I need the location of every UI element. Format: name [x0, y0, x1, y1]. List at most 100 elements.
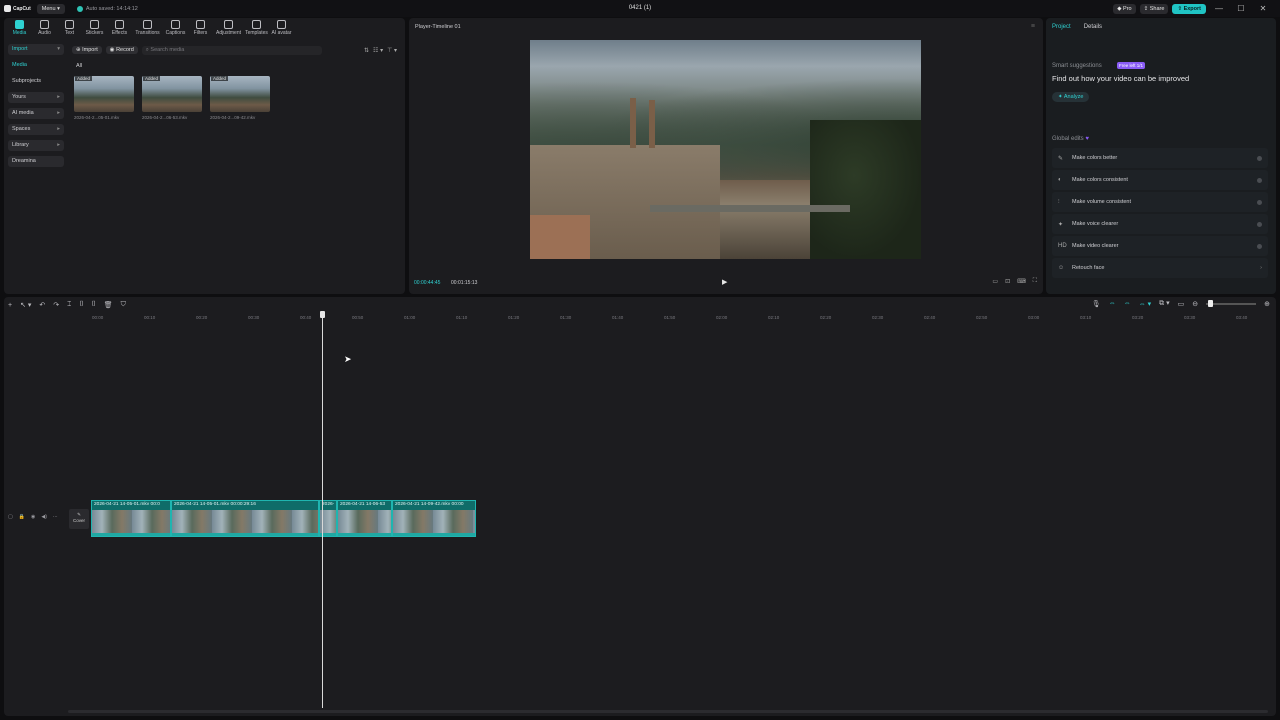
- global-edit-label: Make colors consistent: [1072, 177, 1128, 183]
- global-edit-make-colors-better[interactable]: ✎ Make colors better: [1052, 148, 1268, 168]
- autosave-status: Auto saved: 14:14:12: [76, 5, 138, 12]
- shield-icon[interactable]: ⛉: [121, 301, 126, 309]
- track-lock-closed-icon[interactable]: 🔒: [19, 514, 25, 520]
- media-item[interactable]: Added 2026-04-2...09-42.mkv: [210, 76, 270, 120]
- minimize-icon[interactable]: —: [1210, 4, 1228, 13]
- sidebar-item-spaces[interactable]: Spaces ▸: [8, 124, 64, 135]
- video-clip[interactable]: 2026-04-21 14-05-01.mkv 00:0: [91, 500, 171, 537]
- ruler-tick-label: 00:50: [352, 315, 364, 320]
- tab-media[interactable]: Media: [7, 20, 32, 36]
- media-item[interactable]: Added 2026-04-2...05-01.mkv: [74, 76, 134, 120]
- import-button[interactable]: ⊕ Import: [72, 46, 102, 54]
- toggle-switch[interactable]: [1257, 221, 1262, 227]
- timeline-ruler[interactable]: 00:00 00:10 00:20 00:30 00:40 00:50 01:00 01:10…: [68, 315, 1276, 323]
- filter-all-tab[interactable]: All: [76, 63, 82, 69]
- export-button[interactable]: ⇧ Export: [1172, 3, 1206, 14]
- undo-icon[interactable]: ↶: [39, 301, 45, 309]
- tab-captions[interactable]: Captions: [163, 20, 188, 36]
- toggle-switch[interactable]: [1257, 199, 1262, 205]
- video-clip[interactable]: 2026-04-21 14-06-53: [337, 500, 392, 537]
- aspect-ratio-icon[interactable]: ▭: [992, 278, 998, 285]
- split-left-icon[interactable]: ⌷: [79, 301, 83, 309]
- global-edit-make-video-clearer[interactable]: HD Make video clearer: [1052, 236, 1268, 256]
- link-main-track-icon[interactable]: ⇔: [1109, 300, 1116, 307]
- sidebar-item-library[interactable]: Library ▸: [8, 140, 64, 151]
- sort-icon[interactable]: ⇅: [364, 47, 369, 54]
- search-input[interactable]: ⌕ Search media: [141, 45, 322, 55]
- toggle-switch[interactable]: [1257, 177, 1262, 183]
- sidebar-item-subprojects[interactable]: Subprojects: [8, 76, 64, 87]
- zoom-out-icon[interactable]: ⊖: [1192, 300, 1198, 308]
- tab-transitions[interactable]: Transitions: [132, 20, 163, 36]
- share-button[interactable]: ⇪ Share: [1139, 3, 1169, 14]
- zoom-slider[interactable]: [1206, 299, 1257, 307]
- tab-project[interactable]: Project: [1052, 24, 1071, 30]
- horizontal-scrollbar[interactable]: [68, 710, 1268, 713]
- sidebar-item-ai-media[interactable]: AI media ▸: [8, 108, 64, 119]
- sidebar-item-label: Spaces: [12, 126, 31, 132]
- captions-label: Captions: [165, 30, 186, 36]
- record-button[interactable]: ◉ Record: [105, 46, 138, 54]
- delete-icon[interactable]: 🗑: [104, 301, 113, 309]
- close-icon[interactable]: ✕: [1254, 4, 1272, 13]
- split-icon[interactable]: ⌶: [67, 301, 71, 309]
- tab-ai-avatar[interactable]: AI avatar: [269, 20, 294, 36]
- snap-icon[interactable]: ⇔ ▾: [1139, 300, 1151, 308]
- sidebar-item-yours[interactable]: Yours ▸: [8, 92, 64, 103]
- ruler-tick-label: 00:20: [196, 315, 208, 320]
- tab-stickers[interactable]: Stickers: [82, 20, 107, 36]
- preview-axis-icon[interactable]: ⧉ ▾: [1159, 299, 1169, 308]
- sidebar-item-dreamina[interactable]: Dreamina: [8, 156, 64, 167]
- analyze-button[interactable]: ✦ Analyze: [1052, 92, 1090, 102]
- keyboard-icon[interactable]: ⌨: [1017, 278, 1026, 285]
- tab-effects[interactable]: Effects: [107, 20, 132, 36]
- fullscreen-icon[interactable]: ⛶: [1033, 278, 1037, 285]
- pro-button[interactable]: ◆ Pro: [1113, 3, 1136, 14]
- video-clip[interactable]: 2026-04-21 14-05-01.mkv 00:00:29:16: [171, 500, 319, 537]
- project-title[interactable]: 0421 (1): [0, 5, 1280, 11]
- view-toggle-icon[interactable]: ☷ ▾: [373, 47, 383, 54]
- sidebar-item-import[interactable]: Import ▾: [8, 44, 64, 55]
- filter-icon[interactable]: ⊤ ▾: [387, 47, 397, 54]
- play-icon[interactable]: ▶: [722, 278, 727, 286]
- global-edit-make-colors-consistent[interactable]: ◐ Make colors consistent: [1052, 170, 1268, 190]
- toggle-switch[interactable]: [1257, 243, 1262, 249]
- media-item[interactable]: Added 2026-04-2...06-53.mkv: [142, 76, 202, 120]
- global-edit-make-voice-clearer[interactable]: ✦ Make voice clearer: [1052, 214, 1268, 234]
- tab-audio[interactable]: Audio: [32, 20, 57, 36]
- add-track-icon[interactable]: +: [8, 302, 12, 309]
- track-audio-icon[interactable]: ◀): [41, 514, 47, 520]
- toggle-switch[interactable]: [1257, 155, 1262, 161]
- tab-filters[interactable]: Filters: [188, 20, 213, 36]
- zoom-in-icon[interactable]: ⊕: [1264, 300, 1270, 308]
- tab-details[interactable]: Details: [1084, 24, 1102, 30]
- select-tool-icon[interactable]: ↖ ▾: [20, 301, 31, 309]
- hamburger-menu-icon[interactable]: ≡: [1031, 23, 1035, 30]
- maximize-icon[interactable]: ☐: [1232, 4, 1250, 13]
- fit-screen-icon[interactable]: ⊡: [1005, 278, 1010, 285]
- split-right-icon[interactable]: ⌷: [92, 301, 96, 309]
- clip-filmstrip: [92, 510, 170, 534]
- tab-text[interactable]: Text: [57, 20, 82, 36]
- video-preview[interactable]: [530, 40, 921, 259]
- track-more-icon[interactable]: ⋯: [53, 514, 58, 520]
- tab-adjustment[interactable]: Adjustment: [213, 20, 244, 36]
- cover-button[interactable]: ✎ Cover: [69, 509, 89, 529]
- menu-button[interactable]: Menu ▾: [36, 3, 65, 14]
- screen-icon[interactable]: ▭: [1178, 300, 1185, 308]
- microphone-icon[interactable]: 🎙: [1092, 300, 1101, 308]
- link-clips-icon[interactable]: ⇔: [1124, 300, 1131, 307]
- tab-templates[interactable]: Templates: [244, 20, 269, 36]
- filters-label: Filters: [193, 30, 208, 36]
- global-edit-make-volume-consistent[interactable]: ⫶ Make volume consistent: [1052, 192, 1268, 212]
- playhead-handle[interactable]: [320, 311, 325, 318]
- global-edit-retouch-face[interactable]: ☺ Retouch face ›: [1052, 258, 1268, 278]
- track-visibility-icon[interactable]: ◉: [31, 514, 35, 520]
- playhead[interactable]: [322, 312, 323, 708]
- sidebar-item-media[interactable]: Media: [8, 60, 64, 71]
- video-clip[interactable]: 2026-04-21 14-09-42.mkv 00:00: [392, 500, 476, 537]
- zoom-slider-knob[interactable]: [1208, 299, 1214, 307]
- redo-icon[interactable]: ↷: [53, 301, 59, 309]
- chevron-right-icon[interactable]: ›: [1260, 265, 1262, 271]
- track-lock-icon[interactable]: ▢: [8, 514, 13, 520]
